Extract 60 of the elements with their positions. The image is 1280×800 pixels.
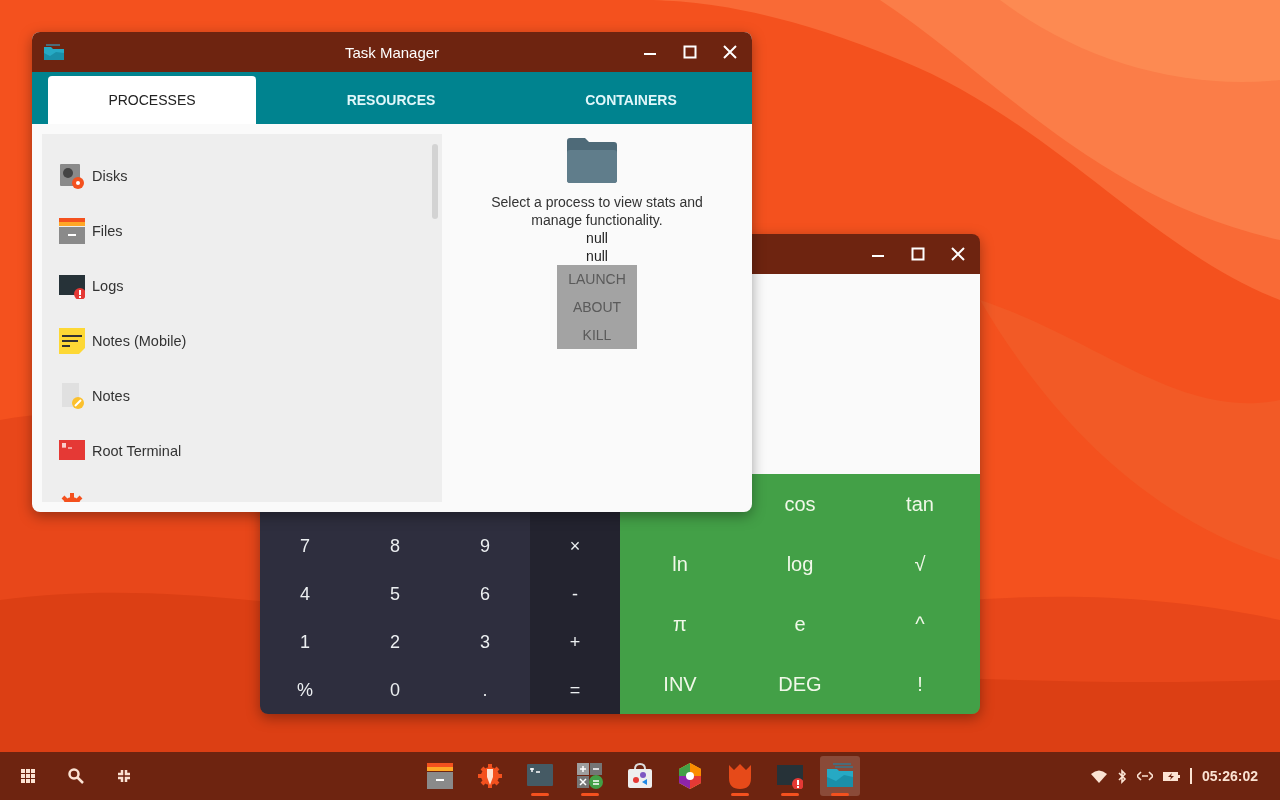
task-manager-icon: [44, 44, 64, 60]
log-alert-icon: [59, 272, 85, 299]
digit-key[interactable]: 6: [465, 576, 505, 612]
digit-key[interactable]: 8: [375, 528, 415, 564]
disk-icon: [59, 162, 85, 189]
process-name: Files: [92, 222, 123, 239]
digit-key[interactable]: 0: [375, 672, 415, 708]
bluetooth-icon[interactable]: [1116, 768, 1127, 784]
value-text: null: [586, 247, 608, 265]
network-arrows-icon[interactable]: [1136, 771, 1153, 781]
digit-key[interactable]: 3: [465, 624, 505, 660]
file-cabinet-icon: [59, 217, 85, 244]
operator-key[interactable]: -: [555, 576, 595, 612]
digit-key[interactable]: %: [285, 672, 325, 708]
collapse-icon[interactable]: [117, 769, 131, 783]
process-item[interactable]: Notes (Mobile): [42, 313, 442, 368]
log-alert-icon: [777, 763, 803, 789]
operator-key[interactable]: ×: [555, 528, 595, 564]
process-item[interactable]: Disks: [42, 148, 442, 203]
window-title: Task Manager: [344, 44, 440, 61]
operator-key[interactable]: +: [555, 624, 595, 660]
search-icon[interactable]: [68, 768, 84, 784]
process-item[interactable]: Files: [42, 203, 442, 258]
digit-key[interactable]: 4: [285, 576, 325, 612]
operator-key[interactable]: =: [555, 672, 595, 708]
app-grid-icon[interactable]: [21, 769, 35, 783]
digit-key[interactable]: 2: [375, 624, 415, 660]
digit-key[interactable]: 9: [465, 528, 505, 564]
task-manager-icon: [827, 763, 853, 789]
shopping-bag-icon: [627, 763, 653, 789]
terminal-icon: [527, 763, 553, 789]
digit-key[interactable]: 5: [375, 576, 415, 612]
process-item[interactable]: Logs: [42, 258, 442, 313]
file-cabinet-icon: [427, 763, 453, 789]
tulip-icon: [727, 763, 753, 789]
process-name: Notes: [92, 387, 130, 404]
process-name: Root Terminal: [92, 442, 182, 459]
scrollbar[interactable]: [432, 144, 438, 219]
tab[interactable]: RESOURCES: [256, 76, 526, 124]
tab[interactable]: CONTAINERS: [526, 76, 736, 124]
folder-icon: [567, 138, 617, 183]
color-wheel-icon: [677, 763, 703, 789]
clock: 05:26:02: [1201, 768, 1258, 784]
value-text: null: [586, 229, 608, 247]
digit-key[interactable]: 1: [285, 624, 325, 660]
process-name: Notes (Mobile): [92, 332, 187, 349]
process-name: Logs: [92, 277, 124, 294]
process-item[interactable]: Notes: [42, 368, 442, 423]
wifi-icon[interactable]: [1090, 769, 1107, 783]
tab[interactable]: PROCESSES: [48, 76, 256, 124]
digit-key[interactable]: .: [465, 672, 505, 708]
message-text: Select a process to view stats and manage functionality.: [490, 193, 704, 229]
process-name: Disks: [92, 167, 128, 184]
sticky-note-icon: [59, 327, 85, 354]
note-pencil-icon: [59, 382, 85, 409]
calculator-icon: [577, 763, 603, 789]
gear-wrench-icon: [477, 763, 503, 789]
process-item[interactable]: Root Terminal: [42, 423, 442, 478]
digit-key[interactable]: 7: [285, 528, 325, 564]
battery-icon[interactable]: [1162, 771, 1180, 781]
